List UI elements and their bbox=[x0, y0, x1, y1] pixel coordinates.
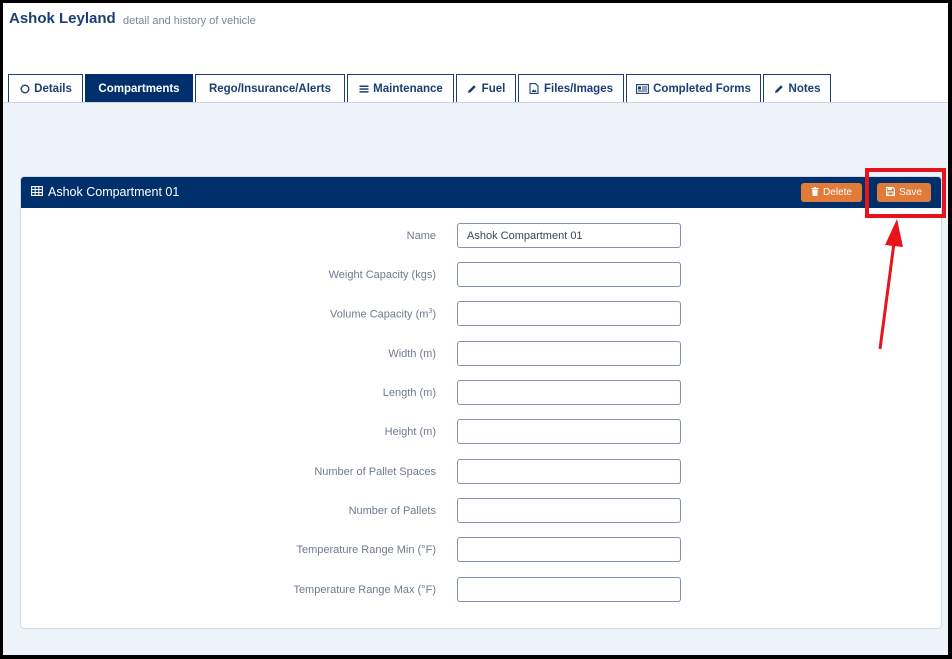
volume-capacity-label: Volume Capacity (m3) bbox=[329, 308, 436, 321]
temp-max-label: Temperature Range Max (°F) bbox=[293, 584, 436, 596]
tab-files-images[interactable]: Files/Images bbox=[518, 74, 624, 103]
field-row-width: Width (m) bbox=[21, 341, 941, 366]
panel-header: Ashok Compartment 01 Delete Save bbox=[21, 177, 941, 208]
tab-label: Maintenance bbox=[373, 82, 443, 95]
field-row-weight-capacity: Weight Capacity (kgs) bbox=[21, 262, 941, 287]
weight-capacity-input[interactable] bbox=[457, 262, 681, 287]
circle-icon bbox=[19, 83, 30, 94]
page-subtitle: detail and history of vehicle bbox=[123, 15, 256, 27]
list-icon bbox=[358, 83, 369, 94]
height-label: Height (m) bbox=[384, 426, 436, 438]
length-label: Length (m) bbox=[382, 387, 436, 399]
field-row-temp-min: Temperature Range Min (°F) bbox=[21, 537, 941, 562]
image-file-icon bbox=[529, 83, 540, 94]
volume-capacity-input[interactable] bbox=[457, 301, 681, 326]
tab-label: Details bbox=[34, 82, 72, 95]
page-header: Ashok Leyland detail and history of vehi… bbox=[3, 3, 948, 103]
tab-label: Completed Forms bbox=[653, 82, 751, 95]
tab-notes[interactable]: Notes bbox=[763, 74, 831, 103]
tab-bar: Details Compartments Rego/Insurance/Aler… bbox=[8, 74, 948, 103]
trash-icon bbox=[811, 186, 819, 199]
tab-compartments[interactable]: Compartments bbox=[85, 74, 193, 103]
name-input[interactable] bbox=[457, 223, 681, 248]
name-label: Name bbox=[406, 230, 436, 242]
field-row-length: Length (m) bbox=[21, 380, 941, 405]
tab-label: Notes bbox=[788, 82, 821, 95]
tab-label: Fuel bbox=[481, 82, 506, 95]
tab-label: Compartments bbox=[98, 82, 180, 95]
length-input[interactable] bbox=[457, 380, 681, 405]
weight-capacity-label: Weight Capacity (kgs) bbox=[328, 269, 436, 281]
field-row-name: Name bbox=[21, 223, 941, 248]
field-row-pallet-spaces: Number of Pallet Spaces bbox=[21, 459, 941, 484]
tab-completed-forms[interactable]: Completed Forms bbox=[626, 74, 761, 103]
tab-label: Files/Images bbox=[543, 82, 614, 95]
field-row-temp-max: Temperature Range Max (°F) bbox=[21, 577, 941, 602]
page-title: Ashok Leyland bbox=[9, 10, 116, 27]
floppy-disk-icon bbox=[886, 186, 896, 199]
panel-title: Ashok Compartment 01 bbox=[31, 185, 179, 199]
pallets-label: Number of Pallets bbox=[348, 505, 436, 517]
tab-label: Rego/Insurance/Alerts bbox=[208, 82, 332, 95]
save-button[interactable]: Save bbox=[877, 183, 931, 202]
form-card-icon bbox=[636, 83, 650, 94]
table-icon bbox=[31, 185, 43, 199]
field-row-volume-capacity: Volume Capacity (m3) bbox=[21, 301, 941, 326]
temp-min-input[interactable] bbox=[457, 537, 681, 562]
pallets-input[interactable] bbox=[457, 498, 681, 523]
temp-min-label: Temperature Range Min (°F) bbox=[296, 544, 436, 556]
tabs-divider bbox=[3, 102, 948, 103]
pallet-spaces-label: Number of Pallet Spaces bbox=[314, 466, 436, 478]
field-row-pallets: Number of Pallets bbox=[21, 498, 941, 523]
pencil-icon bbox=[774, 83, 785, 94]
width-input[interactable] bbox=[457, 341, 681, 366]
tab-maintenance[interactable]: Maintenance bbox=[347, 74, 454, 103]
pencil-icon bbox=[467, 83, 478, 94]
delete-button[interactable]: Delete bbox=[801, 183, 862, 202]
panel-title-text: Ashok Compartment 01 bbox=[48, 185, 180, 199]
delete-label: Delete bbox=[823, 187, 852, 198]
tab-details[interactable]: Details bbox=[8, 74, 83, 103]
height-input[interactable] bbox=[457, 419, 681, 444]
tab-fuel[interactable]: Fuel bbox=[456, 74, 516, 103]
app-window: Ashok Leyland detail and history of vehi… bbox=[3, 3, 948, 655]
temp-max-input[interactable] bbox=[457, 577, 681, 602]
compartment-panel: Ashok Compartment 01 Delete Save Name We… bbox=[20, 176, 942, 629]
field-row-height: Height (m) bbox=[21, 419, 941, 444]
pallet-spaces-input[interactable] bbox=[457, 459, 681, 484]
tab-rego-insurance-alerts[interactable]: Rego/Insurance/Alerts bbox=[195, 74, 345, 103]
width-label: Width (m) bbox=[388, 348, 436, 360]
save-label: Save bbox=[899, 187, 922, 198]
